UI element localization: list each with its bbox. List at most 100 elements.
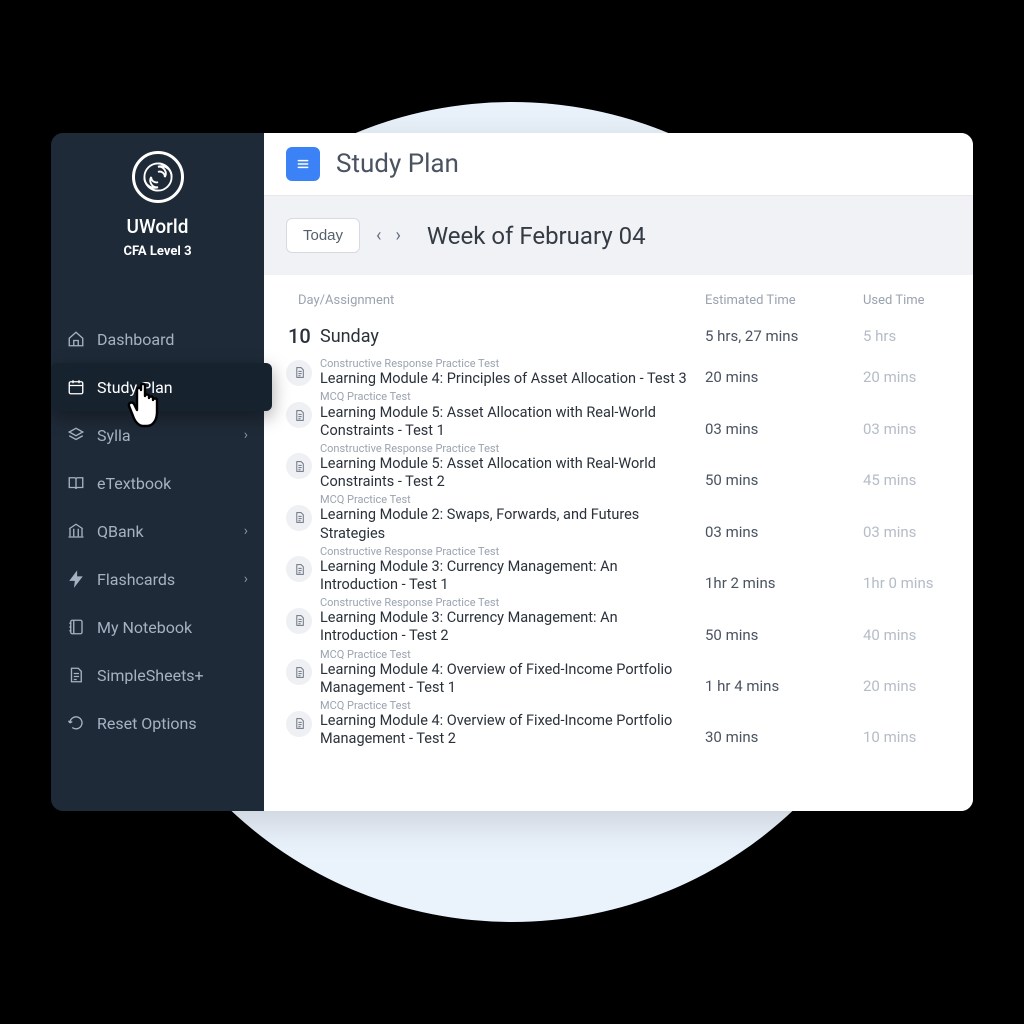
assignment-type: Constructive Response Practice Test bbox=[320, 545, 697, 558]
brand-logo bbox=[132, 151, 184, 203]
bolt-icon bbox=[67, 570, 85, 588]
assignment-est: 03 mins bbox=[705, 390, 863, 439]
assignment-type: Constructive Response Practice Test bbox=[320, 357, 697, 370]
assignment-row[interactable]: MCQ Practice TestLearning Module 4: Over… bbox=[286, 698, 951, 749]
sidebar-item-label: Flashcards bbox=[97, 570, 175, 589]
assignment-title: Learning Module 4: Principles of Asset A… bbox=[320, 370, 697, 388]
day-summary-row: 10 Sunday 5 hrs, 27 mins 5 hrs bbox=[286, 320, 951, 356]
bank-icon bbox=[67, 522, 85, 540]
assignment-title: Learning Module 3: Currency Management: … bbox=[320, 558, 697, 594]
table-header: Day/Assignment Estimated Time Used Time bbox=[286, 293, 951, 320]
assignment-icon-cell bbox=[286, 596, 320, 645]
week-label: Week of February 04 bbox=[427, 222, 646, 250]
next-week-button[interactable]: › bbox=[395, 225, 400, 246]
swirl-icon bbox=[141, 160, 175, 194]
reset-icon bbox=[67, 714, 85, 732]
assignment-est: 1hr 2 mins bbox=[705, 545, 863, 594]
sidebar-item-syllabus[interactable]: Sylla › bbox=[51, 411, 264, 459]
hamburger-icon bbox=[295, 156, 311, 172]
week-nav: ‹ › bbox=[376, 225, 401, 246]
assignment-used: 40 mins bbox=[863, 596, 951, 645]
assignment-type: MCQ Practice Test bbox=[320, 648, 697, 661]
sidebar-item-my-notebook[interactable]: My Notebook bbox=[51, 603, 264, 651]
assignment-row[interactable]: Constructive Response Practice TestLearn… bbox=[286, 544, 951, 595]
week-toolbar: Today ‹ › Week of February 04 bbox=[264, 196, 973, 275]
assignment-used: 20 mins bbox=[863, 648, 951, 697]
assignment-title: Learning Module 5: Asset Allocation with… bbox=[320, 404, 697, 440]
sidebar-item-label: My Notebook bbox=[97, 618, 192, 637]
day-number: 10 bbox=[286, 324, 320, 348]
assignment-est: 03 mins bbox=[705, 493, 863, 542]
app-window: UWorld CFA Level 3 Dashboard Study Plan bbox=[51, 133, 973, 811]
page-title: Study Plan bbox=[336, 149, 459, 179]
assignment-est: 30 mins bbox=[705, 699, 863, 748]
menu-button[interactable] bbox=[286, 147, 320, 181]
sidebar-item-label: Sylla bbox=[97, 426, 131, 445]
sidebar-item-flashcards[interactable]: Flashcards › bbox=[51, 555, 264, 603]
day-name: Sunday bbox=[320, 326, 705, 347]
main-content: Study Plan Today ‹ › Week of February 04… bbox=[264, 133, 973, 811]
assignment-row[interactable]: MCQ Practice TestLearning Module 4: Over… bbox=[286, 647, 951, 698]
assignment-icon-cell bbox=[286, 390, 320, 439]
assignment-used: 1hr 0 mins bbox=[863, 545, 951, 594]
assignment-type: MCQ Practice Test bbox=[320, 493, 697, 506]
sidebar-item-etextbook[interactable]: eTextbook bbox=[51, 459, 264, 507]
assignment-type: MCQ Practice Test bbox=[320, 390, 697, 403]
today-button[interactable]: Today bbox=[286, 218, 360, 253]
document-icon bbox=[286, 556, 312, 582]
assignment-type: Constructive Response Practice Test bbox=[320, 596, 697, 609]
assignment-row[interactable]: Constructive Response Practice TestLearn… bbox=[286, 441, 951, 492]
assignment-est: 50 mins bbox=[705, 596, 863, 645]
assignment-row[interactable]: Constructive Response Practice TestLearn… bbox=[286, 356, 951, 389]
assignment-icon-cell bbox=[286, 442, 320, 491]
nav-list: Dashboard Study Plan Sylla › eTextbo bbox=[51, 315, 264, 747]
assignment-main: Constructive Response Practice TestLearn… bbox=[320, 357, 705, 388]
sidebar-item-dashboard[interactable]: Dashboard bbox=[51, 315, 264, 363]
document-icon bbox=[286, 402, 312, 428]
sheet-icon bbox=[67, 666, 85, 684]
assignment-used: 45 mins bbox=[863, 442, 951, 491]
calendar-icon bbox=[67, 378, 85, 396]
assignment-main: MCQ Practice TestLearning Module 4: Over… bbox=[320, 699, 705, 748]
document-icon bbox=[286, 711, 312, 737]
assignment-icon-cell bbox=[286, 357, 320, 388]
prev-week-button[interactable]: ‹ bbox=[376, 225, 381, 246]
assignment-row[interactable]: MCQ Practice TestLearning Module 5: Asse… bbox=[286, 389, 951, 440]
assignment-icon-cell bbox=[286, 493, 320, 542]
sidebar-item-label: SimpleSheets+ bbox=[97, 666, 204, 685]
day-used: 5 hrs bbox=[863, 327, 951, 345]
assignment-est: 50 mins bbox=[705, 442, 863, 491]
brand-block: UWorld CFA Level 3 bbox=[51, 151, 264, 277]
assignments-list: Constructive Response Practice TestLearn… bbox=[286, 356, 951, 749]
sidebar-item-simplesheets[interactable]: SimpleSheets+ bbox=[51, 651, 264, 699]
chevron-right-icon: › bbox=[244, 571, 248, 587]
assignment-title: Learning Module 4: Overview of Fixed-Inc… bbox=[320, 712, 697, 748]
assignment-main: Constructive Response Practice TestLearn… bbox=[320, 545, 705, 594]
sidebar-item-qbank[interactable]: QBank › bbox=[51, 507, 264, 555]
assignment-title: Learning Module 4: Overview of Fixed-Inc… bbox=[320, 661, 697, 697]
brand-name: UWorld bbox=[127, 215, 189, 238]
assignment-main: Constructive Response Practice TestLearn… bbox=[320, 442, 705, 491]
document-icon bbox=[286, 608, 312, 634]
sidebar-item-reset-options[interactable]: Reset Options bbox=[51, 699, 264, 747]
assignment-main: MCQ Practice TestLearning Module 2: Swap… bbox=[320, 493, 705, 542]
home-icon bbox=[67, 330, 85, 348]
brand-subtitle: CFA Level 3 bbox=[123, 244, 191, 259]
chevron-right-icon: › bbox=[244, 427, 248, 443]
assignment-row[interactable]: Constructive Response Practice TestLearn… bbox=[286, 595, 951, 646]
sidebar-item-study-plan[interactable]: Study Plan bbox=[51, 363, 272, 411]
assignment-main: Constructive Response Practice TestLearn… bbox=[320, 596, 705, 645]
assignments-table: Day/Assignment Estimated Time Used Time … bbox=[264, 275, 973, 811]
sidebar-item-label: Reset Options bbox=[97, 714, 197, 733]
document-icon bbox=[286, 505, 312, 531]
assignment-used: 03 mins bbox=[863, 493, 951, 542]
chevron-right-icon: › bbox=[244, 523, 248, 539]
col-header-used: Used Time bbox=[863, 293, 951, 308]
document-icon bbox=[286, 453, 312, 479]
day-est: 5 hrs, 27 mins bbox=[705, 327, 863, 345]
notebook-icon bbox=[67, 618, 85, 636]
assignment-row[interactable]: MCQ Practice TestLearning Module 2: Swap… bbox=[286, 492, 951, 543]
assignment-icon-cell bbox=[286, 545, 320, 594]
col-header-est: Estimated Time bbox=[705, 293, 863, 308]
assignment-title: Learning Module 5: Asset Allocation with… bbox=[320, 455, 697, 491]
